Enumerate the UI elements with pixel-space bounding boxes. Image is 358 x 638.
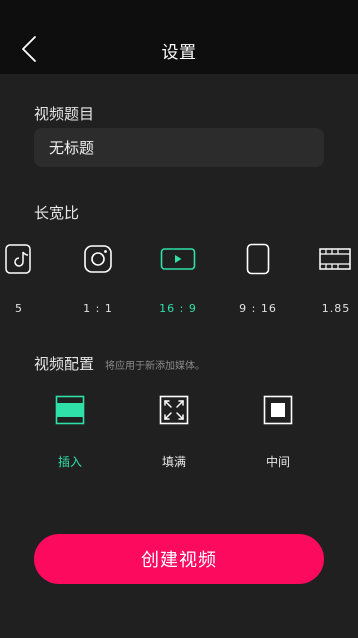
video-title-label: 视频题目: [34, 105, 95, 123]
page-title: 设置: [161, 43, 197, 63]
aspect-option-label: 1 : 1: [83, 302, 113, 315]
create-video-button[interactable]: 创建视频: [34, 534, 324, 584]
aspect-option-tiktok[interactable]: 5: [0, 238, 55, 324]
video-config-label: 视频配置: [34, 355, 95, 373]
config-option-label: 填满: [161, 455, 186, 469]
aspect-option-label: 16 : 9: [159, 302, 197, 315]
aspect-option-1-85[interactable]: 1.85: [306, 238, 358, 324]
aspect-option-label: 1.85: [321, 302, 351, 315]
aspect-ratio-label: 长宽比: [34, 204, 80, 222]
aspect-option-label: 9 : 16: [239, 302, 277, 315]
fill-expand-icon: [139, 393, 209, 427]
tiktok-icon: [0, 242, 55, 276]
config-option-label: 插入: [57, 455, 82, 469]
fit-icon: [35, 393, 105, 427]
aspect-option-label: 5: [15, 302, 23, 315]
config-option-center[interactable]: 中间: [243, 393, 313, 473]
film-icon: [306, 242, 358, 276]
aspect-option-9-16[interactable]: 9 : 16: [228, 238, 288, 324]
config-option-fit[interactable]: 插入: [35, 393, 105, 473]
config-option-fill[interactable]: 填满: [139, 393, 209, 473]
aspect-option-1-1[interactable]: 1 : 1: [68, 238, 128, 324]
video-config-hint: 将应用于新添加媒体。: [105, 361, 205, 372]
aspect-ratio-list: 5 1 : 1 16 : 9 9 : 16 1.85: [0, 238, 358, 328]
video-title-input[interactable]: [34, 128, 324, 167]
center-icon: [243, 393, 313, 427]
aspect-option-16-9[interactable]: 16 : 9: [148, 238, 208, 324]
instagram-icon: [68, 242, 128, 276]
portrait-phone-icon: [228, 242, 288, 276]
header-bar: 设置: [0, 0, 358, 74]
config-option-label: 中间: [265, 455, 290, 469]
youtube-icon: [148, 242, 208, 276]
